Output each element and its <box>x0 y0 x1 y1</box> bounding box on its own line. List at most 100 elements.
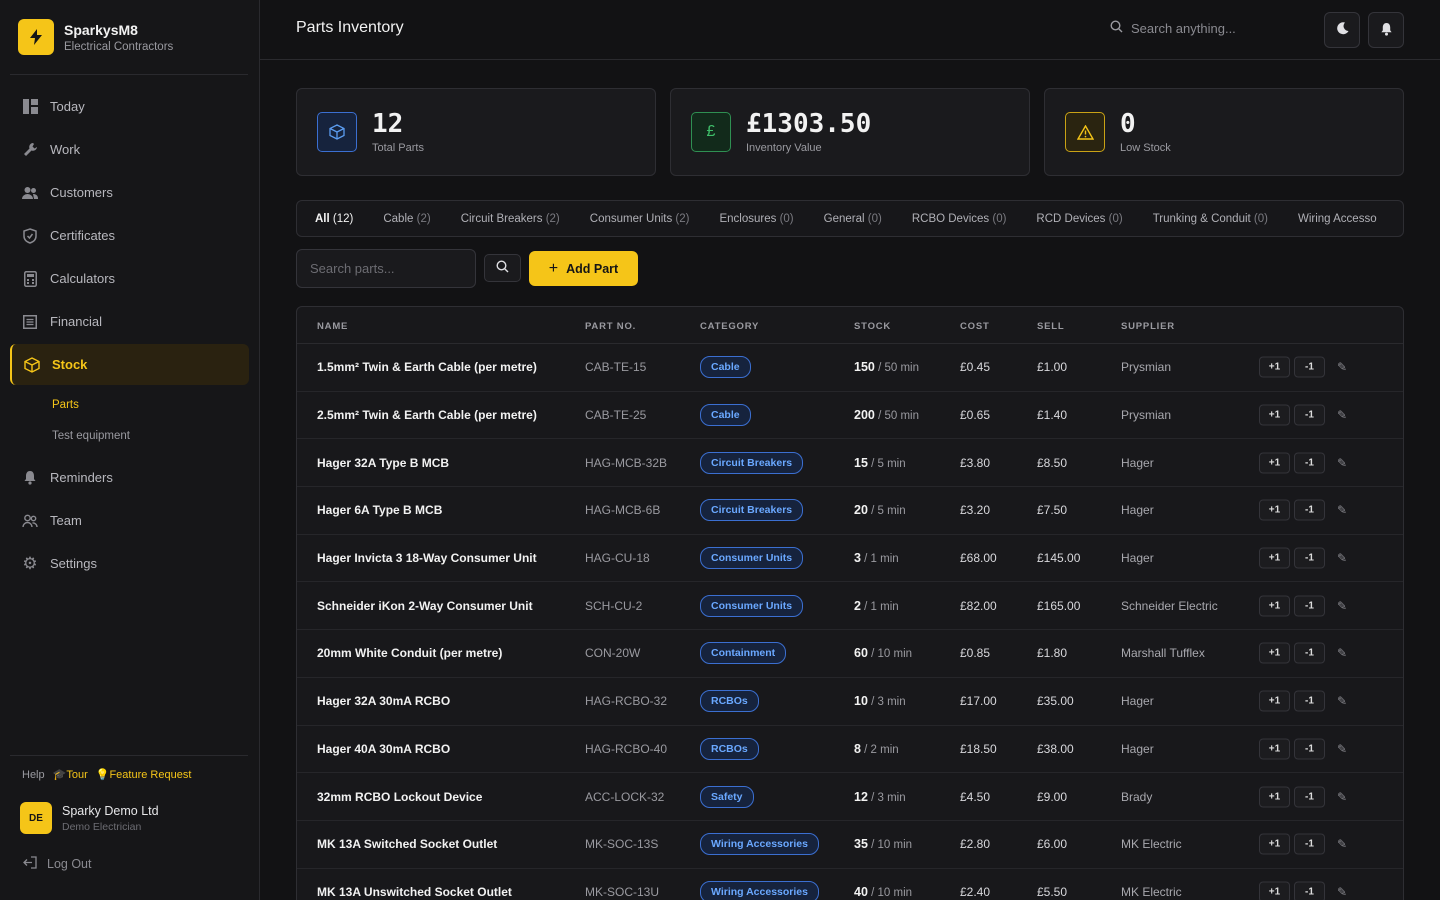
parts-search[interactable] <box>296 249 476 288</box>
edit-pencil-icon[interactable]: ✎ <box>1337 360 1347 374</box>
part-name[interactable]: 32mm RCBO Lockout Device <box>317 790 482 804</box>
part-name[interactable]: Hager 6A Type B MCB <box>317 503 442 517</box>
add-part-button[interactable]: + Add Part <box>529 251 638 286</box>
search-button[interactable] <box>484 254 521 282</box>
decrement-stock-button[interactable]: -1 <box>1294 738 1325 760</box>
increment-stock-button[interactable]: +1 <box>1259 452 1290 474</box>
decrement-stock-button[interactable]: -1 <box>1294 547 1325 569</box>
logout-button[interactable]: Log Out <box>22 856 91 872</box>
tab-wiring-accessories[interactable]: Wiring Accesso <box>1298 213 1377 225</box>
table-row[interactable]: Hager Invicta 3 18-Way Consumer Unit HAG-… <box>297 535 1403 583</box>
increment-stock-button[interactable]: +1 <box>1259 786 1290 808</box>
table-row[interactable]: 20mm White Conduit (per metre) CON-20W Con… <box>297 630 1403 678</box>
edit-pencil-icon[interactable]: ✎ <box>1337 456 1347 470</box>
table-row[interactable]: 1.5mm² Twin & Earth Cable (per metre) CAB… <box>297 344 1403 392</box>
edit-pencil-icon[interactable]: ✎ <box>1337 885 1347 899</box>
nav-item-customers[interactable]: Customers <box>10 172 249 213</box>
edit-pencil-icon[interactable]: ✎ <box>1337 551 1347 565</box>
global-search-input[interactable] <box>1131 20 1311 36</box>
nav-item-reminders[interactable]: Reminders <box>10 457 249 498</box>
tab-circuit-breakers[interactable]: Circuit Breakers (2) <box>461 213 560 225</box>
dark-mode-toggle[interactable] <box>1324 12 1360 48</box>
edit-pencil-icon[interactable]: ✎ <box>1337 646 1347 660</box>
user-profile[interactable]: DE Sparky Demo Ltd Demo Electrician <box>20 802 159 834</box>
global-search[interactable] <box>1110 20 1311 36</box>
decrement-stock-button[interactable]: -1 <box>1294 595 1325 617</box>
part-name[interactable]: Hager 32A Type B MCB <box>317 456 449 470</box>
part-name[interactable]: Schneider iKon 2-Way Consumer Unit <box>317 599 533 613</box>
column-header[interactable]: SUPPLIER <box>1121 321 1175 332</box>
brand[interactable]: SparkysM8 Electrical Contractors <box>18 19 173 55</box>
increment-stock-button[interactable]: +1 <box>1259 499 1290 521</box>
column-header[interactable]: PART NO. <box>585 321 636 332</box>
decrement-stock-button[interactable]: -1 <box>1294 404 1325 426</box>
parts-search-input[interactable] <box>310 261 460 276</box>
nav-item-settings[interactable]: ⚙ Settings <box>10 543 249 584</box>
nav-item-calculators[interactable]: Calculators <box>10 258 249 299</box>
decrement-stock-button[interactable]: -1 <box>1294 499 1325 521</box>
edit-pencil-icon[interactable]: ✎ <box>1337 503 1347 517</box>
table-row[interactable]: Schneider iKon 2-Way Consumer Unit SCH-CU… <box>297 582 1403 631</box>
tab-consumer-units[interactable]: Consumer Units (2) <box>590 213 690 225</box>
table-row[interactable]: 2.5mm² Twin & Earth Cable (per metre) CAB… <box>297 392 1403 440</box>
tab-general[interactable]: General (0) <box>824 213 882 225</box>
nav-item-certificates[interactable]: Certificates <box>10 215 249 256</box>
part-name[interactable]: 20mm White Conduit (per metre) <box>317 646 502 660</box>
tab-cable[interactable]: Cable (2) <box>383 213 430 225</box>
decrement-stock-button[interactable]: -1 <box>1294 690 1325 712</box>
table-row[interactable]: Hager 32A Type B MCB HAG-MCB-32B Circuit B… <box>297 439 1403 488</box>
part-name[interactable]: MK 13A Switched Socket Outlet <box>317 837 497 851</box>
tab-trunking-conduit[interactable]: Trunking & Conduit (0) <box>1153 213 1268 225</box>
increment-stock-button[interactable]: +1 <box>1259 547 1290 569</box>
nav-item-financial[interactable]: Financial <box>10 301 249 342</box>
edit-pencil-icon[interactable]: ✎ <box>1337 599 1347 613</box>
part-name[interactable]: Hager 40A 30mA RCBO <box>317 742 450 756</box>
decrement-stock-button[interactable]: -1 <box>1294 881 1325 900</box>
subnav-item-parts[interactable]: Parts <box>10 389 249 420</box>
increment-stock-button[interactable]: +1 <box>1259 642 1290 664</box>
part-name[interactable]: MK 13A Unswitched Socket Outlet <box>317 885 512 899</box>
edit-pencil-icon[interactable]: ✎ <box>1337 790 1347 804</box>
nav-item-work[interactable]: Work <box>10 129 249 170</box>
edit-pencil-icon[interactable]: ✎ <box>1337 837 1347 851</box>
table-row[interactable]: MK 13A Unswitched Socket Outlet MK-SOC-13… <box>297 869 1403 900</box>
feature-request-link[interactable]: 💡Feature Request <box>96 768 192 781</box>
nav-item-today[interactable]: Today <box>10 86 249 127</box>
column-header[interactable]: STOCK <box>854 321 891 332</box>
part-name[interactable]: Hager 32A 30mA RCBO <box>317 694 450 708</box>
increment-stock-button[interactable]: +1 <box>1259 404 1290 426</box>
decrement-stock-button[interactable]: -1 <box>1294 452 1325 474</box>
decrement-stock-button[interactable]: -1 <box>1294 356 1325 378</box>
increment-stock-button[interactable]: +1 <box>1259 690 1290 712</box>
column-header[interactable]: CATEGORY <box>700 321 759 332</box>
increment-stock-button[interactable]: +1 <box>1259 595 1290 617</box>
table-row[interactable]: Hager 6A Type B MCB HAG-MCB-6B Circuit Bre… <box>297 487 1403 535</box>
nav-item-stock[interactable]: Stock <box>10 344 249 385</box>
increment-stock-button[interactable]: +1 <box>1259 738 1290 760</box>
table-row[interactable]: Hager 40A 30mA RCBO HAG-RCBO-40 RCBOs 8 / 2… <box>297 726 1403 774</box>
table-row[interactable]: 32mm RCBO Lockout Device ACC-LOCK-32 Safet… <box>297 773 1403 821</box>
edit-pencil-icon[interactable]: ✎ <box>1337 408 1347 422</box>
column-header[interactable]: SELL <box>1037 321 1064 332</box>
part-name[interactable]: Hager Invicta 3 18-Way Consumer Unit <box>317 551 537 565</box>
tour-link[interactable]: 🎓Tour <box>53 768 88 781</box>
decrement-stock-button[interactable]: -1 <box>1294 833 1325 855</box>
table-row[interactable]: Hager 32A 30mA RCBO HAG-RCBO-32 RCBOs 10 / … <box>297 678 1403 726</box>
tab-rcbo-devices[interactable]: RCBO Devices (0) <box>912 213 1007 225</box>
tab-rcd-devices[interactable]: RCD Devices (0) <box>1036 213 1122 225</box>
column-header[interactable]: NAME <box>317 321 348 332</box>
increment-stock-button[interactable]: +1 <box>1259 881 1290 900</box>
part-name[interactable]: 2.5mm² Twin & Earth Cable (per metre) <box>317 408 537 422</box>
edit-pencil-icon[interactable]: ✎ <box>1337 742 1347 756</box>
column-header[interactable]: COST <box>960 321 990 332</box>
tab-enclosures[interactable]: Enclosures (0) <box>719 213 793 225</box>
decrement-stock-button[interactable]: -1 <box>1294 642 1325 664</box>
table-row[interactable]: MK 13A Switched Socket Outlet MK-SOC-13S W… <box>297 821 1403 869</box>
increment-stock-button[interactable]: +1 <box>1259 833 1290 855</box>
edit-pencil-icon[interactable]: ✎ <box>1337 694 1347 708</box>
notifications-button[interactable] <box>1368 12 1404 48</box>
part-name[interactable]: 1.5mm² Twin & Earth Cable (per metre) <box>317 360 537 374</box>
decrement-stock-button[interactable]: -1 <box>1294 786 1325 808</box>
increment-stock-button[interactable]: +1 <box>1259 356 1290 378</box>
nav-item-team[interactable]: Team <box>10 500 249 541</box>
